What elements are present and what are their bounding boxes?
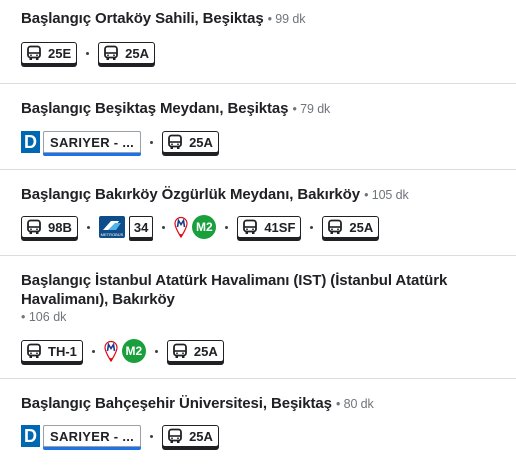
separator-dot (86, 225, 90, 229)
duration-text: 106 dk (28, 310, 67, 324)
bus-chip[interactable]: 25E (21, 42, 78, 64)
route-duration: • 105 dk (364, 188, 409, 202)
separator-dot (154, 349, 158, 353)
separator-dot (91, 349, 95, 353)
route-legs: D SARIYER - ... 25A (21, 423, 219, 449)
duration-text: 105 dk (371, 188, 409, 202)
metrobus-chip[interactable]: 34 (128, 216, 154, 238)
separator-dot (150, 140, 154, 144)
bus-line: 25A (193, 343, 218, 359)
duration-text: 99 dk (275, 12, 306, 26)
route-title: Başlangıç İstanbul Atatürk Havalimanı (I… (21, 271, 501, 309)
bus-chip[interactable]: TH-1 (21, 340, 83, 362)
bus-chip[interactable]: 25A (162, 131, 219, 153)
route-legs: 98B METROBÜS 34 M2 41SF 25A (21, 214, 380, 240)
route-title: Başlangıç Beşiktaş Meydanı, Beşiktaş • 7… (21, 99, 330, 119)
bus-line: 25E (48, 45, 72, 61)
separator-dot (150, 434, 154, 438)
metro-icon (174, 216, 188, 238)
bus-icon (26, 219, 42, 235)
route-place: Bakırköy Özgürlük Meydanı, Bakırköy (95, 186, 360, 203)
ferry-icon: D (21, 131, 40, 153)
route-legs: TH-1 M2 25A (21, 338, 224, 364)
bus-icon (172, 343, 188, 359)
bus-line: 25A (189, 134, 213, 150)
bus-chip[interactable]: 25A (166, 340, 224, 362)
separator-dot (86, 51, 90, 55)
route-place: Bahçeşehir Üniversitesi, Beşiktaş (95, 395, 332, 412)
bus-icon (242, 219, 258, 235)
bus-chip[interactable]: 25A (162, 425, 219, 447)
duration-text: 79 dk (300, 102, 331, 116)
metro-line-badge[interactable]: M2 (192, 215, 217, 239)
ferry-chip[interactable]: SARIYER - ... (43, 131, 142, 153)
route-prefix: Başlangıç (21, 395, 91, 412)
bus-icon (167, 134, 183, 150)
bus-line: 25A (349, 219, 374, 235)
bus-icon (167, 428, 183, 444)
route-duration: • 99 dk (267, 12, 306, 26)
separator-dot (225, 225, 229, 229)
bus-icon (327, 219, 343, 235)
route-prefix: Başlangıç (21, 10, 91, 27)
ferry-icon: D (21, 425, 40, 447)
bus-chip[interactable]: 98B (21, 216, 78, 238)
route-prefix: Başlangıç (21, 272, 91, 289)
route-title: Başlangıç Bakırköy Özgürlük Meydanı, Bak… (21, 185, 409, 205)
route-duration: • 80 dk (335, 397, 374, 411)
route-card[interactable]: Başlangıç Bakırköy Özgürlük Meydanı, Bak… (0, 170, 516, 256)
route-title: Başlangıç Bahçeşehir Üniversitesi, Beşik… (21, 394, 374, 414)
route-place: Ortaköy Sahili, Beşiktaş (95, 10, 264, 27)
bus-icon (26, 343, 42, 359)
ferry-chip[interactable]: SARIYER - ... (43, 425, 142, 447)
separator-dot (162, 225, 166, 229)
bus-icon (103, 45, 119, 61)
route-duration: • 106 dk (21, 310, 67, 324)
route-duration: • 79 dk (292, 102, 331, 116)
route-title: Başlangıç Ortaköy Sahili, Beşiktaş • 99 … (21, 9, 305, 29)
metro-icon (104, 340, 118, 362)
separator-dot (310, 225, 314, 229)
route-place: Beşiktaş Meydanı, Beşiktaş (95, 100, 289, 117)
route-card[interactable]: Başlangıç Ortaköy Sahili, Beşiktaş • 99 … (0, 0, 516, 84)
route-legs: 25E 25A (21, 40, 155, 66)
route-card[interactable]: Başlangıç Beşiktaş Meydanı, Beşiktaş • 7… (0, 84, 516, 170)
bus-chip[interactable]: 25A (98, 42, 155, 64)
bus-line: 41SF (264, 219, 296, 235)
route-prefix: Başlangıç (21, 100, 91, 117)
bus-chip[interactable]: 41SF (237, 216, 302, 238)
metro-line-badge[interactable]: M2 (121, 339, 146, 363)
bus-line: 25A (189, 428, 213, 444)
route-card[interactable]: Başlangıç İstanbul Atatürk Havalimanı (I… (0, 256, 516, 379)
metrobus-icon: METROBÜS (98, 216, 125, 238)
route-legs: D SARIYER - ... 25A (21, 129, 219, 155)
route-place-line1: İstanbul Atatürk Havalimanı (IST) (İstan… (95, 272, 448, 289)
bus-chip[interactable]: 25A (322, 216, 380, 238)
route-prefix: Başlangıç (21, 186, 91, 203)
route-card[interactable]: Başlangıç Bahçeşehir Üniversitesi, Beşik… (0, 379, 516, 468)
bus-line: TH-1 (48, 343, 77, 359)
bus-icon (26, 45, 42, 61)
bus-line: 25A (125, 45, 149, 61)
route-place-line2: Havalimanı), Bakırköy (21, 291, 175, 308)
bus-line: 98B (48, 219, 72, 235)
duration-text: 80 dk (343, 397, 374, 411)
metrobus-text: METROBÜS (101, 232, 124, 237)
